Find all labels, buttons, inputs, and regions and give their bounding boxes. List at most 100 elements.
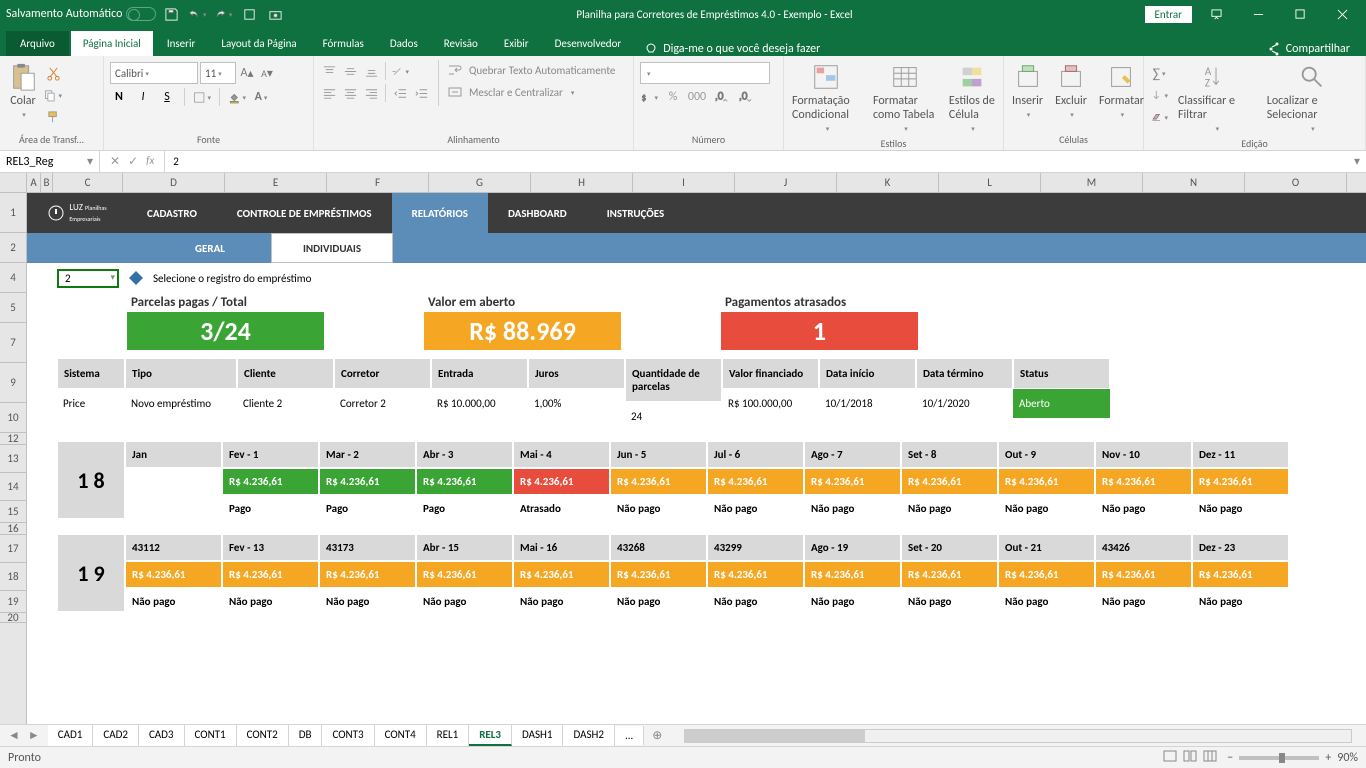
tab-developer[interactable]: Desenvolvedor xyxy=(543,31,634,56)
row-header[interactable]: 5 xyxy=(0,293,26,323)
col-header[interactable]: E xyxy=(225,173,327,192)
row-header[interactable]: 7 xyxy=(0,323,26,363)
copy-icon[interactable] xyxy=(44,86,62,104)
sheet-tab[interactable]: CAD2 xyxy=(93,725,139,746)
zoom-in-icon[interactable]: + xyxy=(1325,751,1331,765)
currency-icon[interactable]: $ xyxy=(640,88,658,106)
font-color-icon[interactable]: A xyxy=(252,88,270,106)
row-header[interactable]: 4 xyxy=(0,263,26,293)
cell-styles-button[interactable]: Estilos de Célula xyxy=(947,60,997,135)
sheet-tab[interactable]: CAD3 xyxy=(139,725,185,746)
number-format-combo[interactable] xyxy=(640,62,770,84)
align-right-icon[interactable] xyxy=(362,84,380,102)
row-header[interactable]: 13 xyxy=(0,445,26,473)
fill-icon[interactable] xyxy=(1150,86,1168,104)
tab-review[interactable]: Revisão xyxy=(432,31,490,56)
align-center-icon[interactable] xyxy=(341,84,359,102)
tab-formulas[interactable]: Fórmulas xyxy=(311,31,376,56)
nav-item[interactable]: RELATÓRIOS xyxy=(392,193,488,233)
tab-file[interactable]: Arquivo xyxy=(6,31,69,56)
cancel-icon[interactable]: ✕ xyxy=(110,154,120,169)
ribbon-options-icon[interactable] xyxy=(1198,2,1234,26)
cut-icon[interactable] xyxy=(44,64,62,82)
normal-view-icon[interactable] xyxy=(1163,749,1177,767)
zoom-out-icon[interactable]: − xyxy=(1227,751,1233,765)
row-header[interactable]: 16 xyxy=(0,523,26,535)
format-cells-button[interactable]: Formatar xyxy=(1097,60,1146,121)
row-header[interactable]: 1 xyxy=(0,193,26,233)
select-all-corner[interactable] xyxy=(0,173,27,192)
col-header[interactable]: O xyxy=(1245,173,1347,192)
page-break-view-icon[interactable] xyxy=(1203,749,1217,767)
sort-filter-button[interactable]: AZ Classificar e Filtrar xyxy=(1176,60,1257,135)
spinner[interactable] xyxy=(129,271,143,285)
nav-item[interactable]: CONTROLE DE EMPRÉSTIMOS xyxy=(217,193,392,233)
next-sheet-icon[interactable]: ► xyxy=(28,728,40,743)
row-header[interactable]: 19 xyxy=(0,591,26,613)
sheet-tab[interactable]: DASH2 xyxy=(563,725,614,746)
camera-icon[interactable] xyxy=(266,5,284,23)
undo-icon[interactable] xyxy=(188,5,206,23)
nav-item[interactable]: DASHBOARD xyxy=(488,193,587,233)
tab-data[interactable]: Dados xyxy=(378,31,430,56)
prev-sheet-icon[interactable]: ◄ xyxy=(8,728,20,743)
horizontal-scrollbar[interactable] xyxy=(684,729,1352,743)
more-sheets[interactable]: ... xyxy=(615,726,644,745)
autosum-icon[interactable]: ∑ xyxy=(1150,64,1168,82)
zoom-slider[interactable] xyxy=(1239,756,1319,760)
col-header[interactable]: A xyxy=(27,173,41,192)
nav-item[interactable]: CADASTRO xyxy=(127,193,217,233)
row-header[interactable]: 18 xyxy=(0,563,26,591)
shrink-font-icon[interactable]: A▾ xyxy=(258,64,276,82)
align-left-icon[interactable] xyxy=(320,84,338,102)
name-box[interactable]: REL3_Reg▾ xyxy=(0,151,100,172)
col-header[interactable]: I xyxy=(633,173,735,192)
record-selector[interactable]: 2 xyxy=(57,269,119,288)
toggle-switch[interactable] xyxy=(126,7,156,21)
worksheet-content[interactable]: LUZ PlanilhasEmpresariais CADASTROCONTRO… xyxy=(27,193,1366,724)
inc-decimal-icon[interactable]: ,0 xyxy=(712,88,730,106)
fill-color-icon[interactable] xyxy=(228,88,246,106)
col-header[interactable]: H xyxy=(531,173,633,192)
sheet-tab[interactable]: CAD1 xyxy=(48,725,94,746)
sheet-tab[interactable]: DASH1 xyxy=(512,725,563,746)
format-as-table-button[interactable]: Formatar como Tabela xyxy=(871,60,939,135)
maximize-icon[interactable] xyxy=(1282,2,1318,26)
wrap-text-button[interactable]: Quebrar Texto Automaticamente xyxy=(447,62,615,78)
font-name-combo[interactable]: Calibri xyxy=(110,62,198,84)
col-header[interactable]: J xyxy=(735,173,837,192)
formula-input[interactable]: 2 xyxy=(164,151,1348,172)
fx-icon[interactable]: fx xyxy=(146,154,154,169)
dec-decimal-icon[interactable]: ,0 xyxy=(736,88,754,106)
bold-icon[interactable]: N xyxy=(110,88,128,106)
row-header[interactable]: 2 xyxy=(0,233,26,263)
border-icon[interactable] xyxy=(193,88,211,106)
tab-layout[interactable]: Layout da Página xyxy=(209,31,308,56)
sheet-tab[interactable]: REL3 xyxy=(469,725,512,746)
subtab[interactable]: INDIVIDUAIS xyxy=(271,233,393,263)
align-top-icon[interactable] xyxy=(320,62,338,80)
paste-button[interactable]: Colar xyxy=(6,60,40,121)
sheet-tab[interactable]: CONT1 xyxy=(185,725,237,746)
sheet-tab[interactable]: DB xyxy=(289,725,323,746)
share-button[interactable]: Compartilhar xyxy=(1266,42,1360,56)
sheet-tab[interactable]: CONT2 xyxy=(237,725,289,746)
redo-icon[interactable] xyxy=(214,5,232,23)
find-select-button[interactable]: Localizar e Selecionar xyxy=(1265,60,1359,135)
font-size-combo[interactable]: 11 xyxy=(200,62,236,84)
minimize-icon[interactable] xyxy=(1240,2,1276,26)
autosave-toggle[interactable]: Salvamento Automático xyxy=(6,7,156,21)
orientation-icon[interactable] xyxy=(391,62,409,80)
indent-increase-icon[interactable] xyxy=(412,84,430,102)
align-bottom-icon[interactable] xyxy=(362,62,380,80)
col-header[interactable]: C xyxy=(53,173,123,192)
clear-icon[interactable] xyxy=(1150,108,1168,126)
row-header[interactable]: 9 xyxy=(0,363,26,403)
col-header[interactable]: K xyxy=(837,173,939,192)
insert-cells-button[interactable]: Inserir xyxy=(1010,60,1045,121)
delete-cells-button[interactable]: Excluir xyxy=(1053,60,1089,121)
underline-icon[interactable]: S xyxy=(158,88,176,106)
touch-icon[interactable] xyxy=(240,5,258,23)
tab-view[interactable]: Exibir xyxy=(492,31,541,56)
sheet-tab[interactable]: CONT4 xyxy=(375,725,427,746)
